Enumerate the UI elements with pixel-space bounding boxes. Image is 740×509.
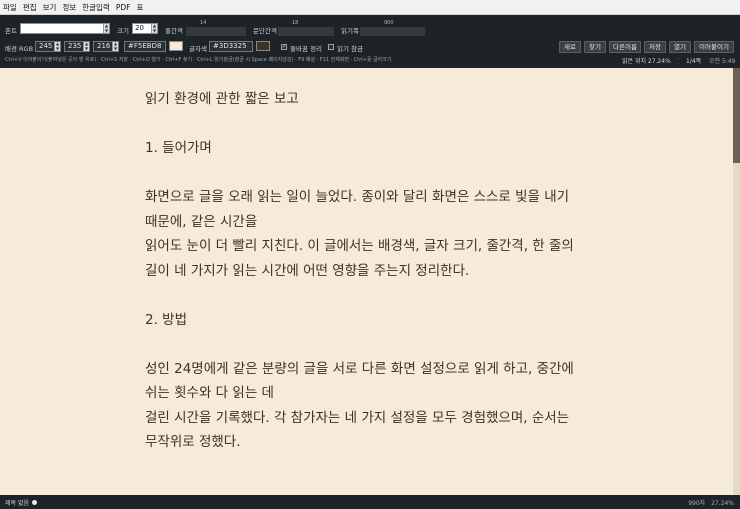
bg-red-spin-icon[interactable]: ▲ ▼ bbox=[54, 41, 60, 51]
reading-width-label: 읽기폭 bbox=[341, 27, 359, 35]
size-label: 크기 bbox=[117, 27, 129, 35]
text-color-swatch[interactable] bbox=[256, 41, 270, 51]
menu-file[interactable]: 파일 bbox=[3, 2, 17, 13]
reading-position: 읽은 위치 27.24% bbox=[622, 58, 671, 65]
bg-green-value: 235 bbox=[68, 42, 82, 50]
bg-rgb-label: 배경 RGB bbox=[5, 45, 34, 53]
paragraph-line: 걸린 시간을 기록했다. 각 참가자는 네 가지 설정을 모두 경험했으며, 순… bbox=[145, 409, 570, 426]
unsaved-dot-icon bbox=[32, 500, 37, 505]
scroll-percent: 27.24% bbox=[711, 500, 734, 507]
menu-korean-input[interactable]: 한글입력 bbox=[82, 2, 110, 13]
shortcut-hint: Ctrl+V 이어붙이기(붙여넣은 곳이 맨 위로) · Ctrl+S 저장 ·… bbox=[5, 57, 392, 63]
menu-edit[interactable]: 편집 bbox=[23, 2, 37, 13]
text-color-label: 글자색 bbox=[189, 45, 207, 53]
para-spacing-value: 18 bbox=[292, 20, 299, 26]
bg-red-value: 245 bbox=[39, 42, 53, 50]
text-hex-input[interactable]: #3D3325 bbox=[209, 41, 253, 52]
clock: 오전 5:49 bbox=[709, 58, 736, 65]
bg-red-input[interactable]: 245 ▲ ▼ bbox=[35, 41, 61, 52]
line-spacing-slider[interactable] bbox=[186, 27, 246, 36]
bg-hex-input[interactable]: #F5EBD8 bbox=[124, 41, 166, 52]
size-value: 20 bbox=[135, 24, 144, 32]
text-hex-value: #3D3325 bbox=[213, 42, 247, 50]
check-icon: ✓ bbox=[282, 44, 287, 50]
settings-toolbar: 폰트 ▲ ▼ 크기 20 ▲ ▼ 줄간격 14 문단간격 18 읽기폭 900 배경… bbox=[0, 15, 740, 68]
new-button[interactable]: 새로 bbox=[559, 41, 581, 53]
section2-heading: 2. 방법 bbox=[145, 311, 188, 328]
bg-color-swatch[interactable] bbox=[169, 41, 183, 51]
append-button[interactable]: 이어붙이기 bbox=[694, 41, 734, 53]
line-spacing-label: 줄간격 bbox=[165, 27, 183, 35]
char-count: 990자 bbox=[688, 500, 706, 507]
font-label: 폰트 bbox=[5, 27, 17, 35]
reading-guide-checkbox[interactable] bbox=[328, 44, 334, 50]
size-stepper[interactable]: 20 ▲ ▼ bbox=[132, 23, 158, 34]
paragraph-line: 쉬는 횟수와 다 읽는 데 bbox=[145, 385, 274, 401]
save-as-button[interactable]: 다른이름 bbox=[609, 41, 641, 53]
save-button[interactable]: 저장 bbox=[644, 41, 666, 53]
page-indicator: 1/4쪽 bbox=[686, 58, 702, 65]
line-spacing-value: 14 bbox=[200, 20, 207, 26]
paragraph-line: 성인 24명에게 같은 분량의 글을 서로 다른 화면 설정으로 읽게 하고, … bbox=[145, 360, 574, 377]
section1-heading: 1. 들어가며 bbox=[145, 140, 212, 156]
scrollbar-thumb[interactable] bbox=[733, 68, 740, 163]
size-spin-icon[interactable]: ▲ ▼ bbox=[151, 23, 157, 33]
paragraph-line: 길이 네 가지가 읽는 시간에 어떤 영향을 주는지 정리한다. bbox=[145, 262, 470, 279]
bg-blue-input[interactable]: 216 ▲ ▼ bbox=[93, 41, 119, 52]
menu-info[interactable]: 정보 bbox=[62, 2, 76, 13]
bg-hex-value: #F5EBD8 bbox=[128, 42, 162, 50]
document-page[interactable]: 읽기 환경에 관한 짧은 보고 1. 들어가며 화면으로 글을 오래 읽는 일이… bbox=[0, 68, 740, 495]
bg-blue-spin-icon[interactable]: ▲ ▼ bbox=[112, 41, 118, 51]
vertical-scrollbar[interactable] bbox=[733, 68, 740, 495]
menu-bar: 파일 편집 보기 정보 한글입력 PDF 표 bbox=[0, 0, 740, 15]
status-bar: 제목 없음 990자 27.24% bbox=[0, 495, 740, 509]
separator-dot: · bbox=[677, 56, 679, 63]
paragraph-line: 때문에, 같은 시간을 bbox=[145, 213, 258, 230]
paragraph-line: 무작위로 정했다. bbox=[145, 434, 241, 450]
para-spacing-label: 문단간격 bbox=[253, 27, 277, 35]
wrap-checkbox[interactable]: ✓ bbox=[281, 44, 287, 50]
open-button[interactable]: 열기 bbox=[669, 41, 691, 53]
menu-table[interactable]: 표 bbox=[136, 2, 143, 13]
paragraph-line: 화면으로 글을 오래 읽는 일이 늘었다. 종이와 달리 화면은 스스로 빛을 … bbox=[145, 189, 570, 205]
menu-view[interactable]: 보기 bbox=[43, 2, 57, 13]
document-text[interactable]: 읽기 환경에 관한 짧은 보고 1. 들어가며 화면으로 글을 오래 읽는 일이… bbox=[145, 87, 590, 455]
para-spacing-slider[interactable] bbox=[278, 27, 334, 36]
doc-title-status: 제목 없음 bbox=[5, 500, 29, 507]
font-dropdown-arrow-icon[interactable]: ▲ ▼ bbox=[103, 23, 109, 33]
bg-blue-value: 216 bbox=[97, 42, 111, 50]
reading-width-value: 900 bbox=[384, 20, 394, 26]
bg-green-spin-icon[interactable]: ▲ ▼ bbox=[83, 41, 89, 51]
reading-guide-label: 읽기 참금 bbox=[337, 45, 363, 53]
menu-pdf[interactable]: PDF bbox=[116, 3, 131, 12]
font-select[interactable]: ▲ ▼ bbox=[20, 23, 110, 34]
reading-width-slider[interactable] bbox=[360, 27, 425, 36]
paragraph-line: 읽어도 눈이 더 빨리 지친다. 이 글에서는 배경색, 글자 크기, 줄간격,… bbox=[145, 238, 574, 254]
bg-green-input[interactable]: 235 ▲ ▼ bbox=[64, 41, 90, 52]
doc-title: 읽기 환경에 관한 짧은 보고 bbox=[145, 91, 299, 107]
wrap-label: 줄바꿈 정리 bbox=[290, 45, 322, 53]
find-button[interactable]: 찾기 bbox=[584, 41, 606, 53]
